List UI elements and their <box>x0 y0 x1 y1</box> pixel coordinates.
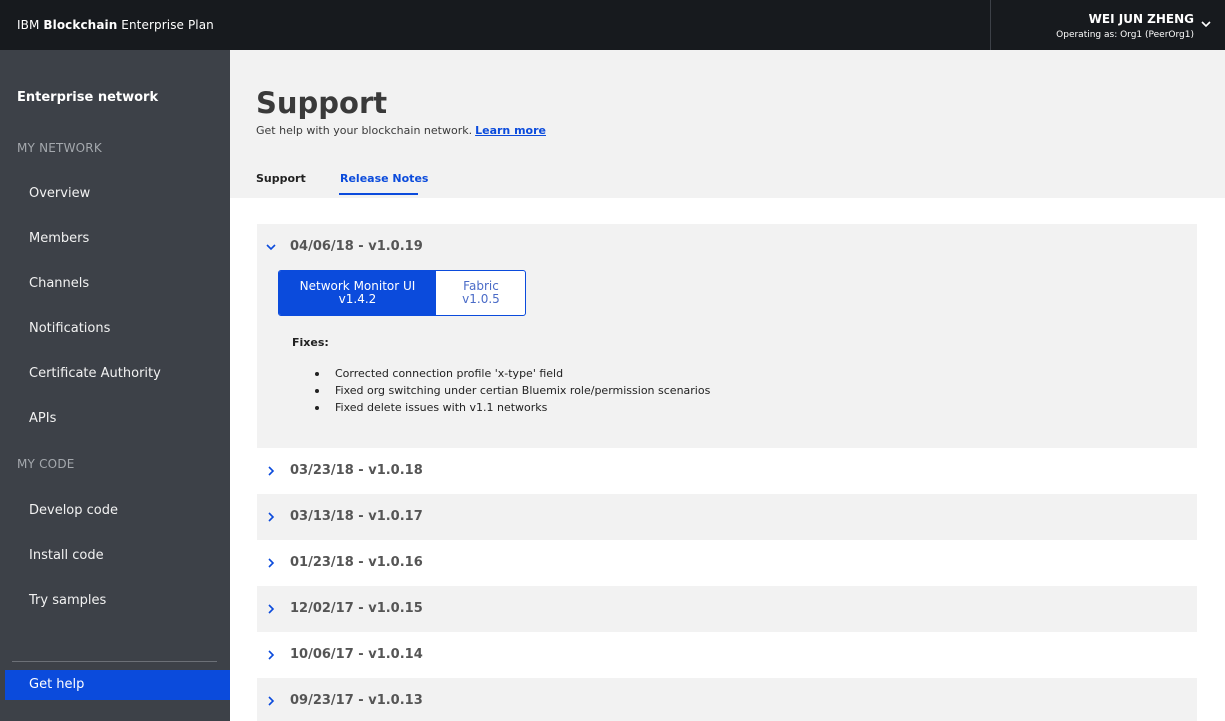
user-role: Operating as: Org1 (PeerOrg1) <box>1056 30 1194 40</box>
main-content: Support Get help with your blockchain ne… <box>230 50 1225 721</box>
sidebar-item-install-code[interactable]: Install code <box>29 548 104 563</box>
top-bar: IBM Blockchain Enterprise Plan WEI JUN Z… <box>0 0 1225 50</box>
release-item[interactable]: 01/23/18 - v1.0.16 <box>257 540 1197 586</box>
toggle-fabric[interactable]: Fabric v1.0.5 <box>436 271 525 315</box>
sidebar-item-apis[interactable]: APIs <box>29 411 56 426</box>
section-my-code: MY CODE <box>17 457 75 471</box>
release-version[interactable]: 04/06/18 - v1.0.19 <box>290 239 423 254</box>
toggle-network-monitor-version: v1.4.2 <box>338 292 377 306</box>
release-item[interactable]: 09/23/17 - v1.0.13 <box>257 678 1197 721</box>
sidebar-divider <box>12 661 217 662</box>
release-version: 12/02/17 - v1.0.15 <box>290 601 423 616</box>
sidebar-item-members[interactable]: Members <box>29 231 89 246</box>
release-item[interactable]: 12/02/17 - v1.0.15 <box>257 586 1197 632</box>
page-title: Support <box>256 86 388 120</box>
get-help-label: Get help <box>29 677 85 692</box>
brand-bold: Blockchain <box>43 18 118 32</box>
sidebar-item-overview[interactable]: Overview <box>29 186 90 201</box>
release-version: 10/06/17 - v1.0.14 <box>290 647 423 662</box>
sidebar-item-certificate-authority[interactable]: Certificate Authority <box>29 366 161 381</box>
brand-prefix: IBM <box>17 18 40 32</box>
chevron-right-icon[interactable] <box>265 465 277 477</box>
list-item: Corrected connection profile 'x-type' fi… <box>315 367 710 384</box>
component-toggle: Network Monitor UI v1.4.2 Fabric v1.0.5 <box>278 270 526 316</box>
release-item[interactable]: 03/23/18 - v1.0.18 <box>257 448 1197 494</box>
subtitle-text: Get help with your blockchain network. <box>256 124 473 137</box>
toggle-fabric-version: v1.0.5 <box>462 292 500 306</box>
chevron-down-icon[interactable] <box>1200 18 1212 30</box>
release-item[interactable]: 10/06/17 - v1.0.14 <box>257 632 1197 678</box>
active-tab-indicator <box>339 193 418 195</box>
chevron-right-icon[interactable] <box>265 557 277 569</box>
chevron-right-icon[interactable] <box>265 603 277 615</box>
release-version: 03/23/18 - v1.0.18 <box>290 463 423 478</box>
section-my-network: MY NETWORK <box>17 141 102 155</box>
release-item[interactable]: 03/13/18 - v1.0.17 <box>257 494 1197 540</box>
tab-support[interactable]: Support <box>256 172 306 185</box>
chevron-right-icon[interactable] <box>265 511 277 523</box>
user-menu[interactable]: WEI JUN ZHENG Operating as: Org1 (PeerOr… <box>990 0 1225 50</box>
sidebar-item-channels[interactable]: Channels <box>29 276 89 291</box>
brand-suffix: Enterprise Plan <box>121 18 214 32</box>
chevron-right-icon[interactable] <box>265 649 277 661</box>
chevron-down-icon[interactable] <box>265 241 277 253</box>
tab-release-notes[interactable]: Release Notes <box>340 172 428 185</box>
release-version: 09/23/17 - v1.0.13 <box>290 693 423 708</box>
chevron-right-icon[interactable] <box>265 695 277 707</box>
user-name: WEI JUN ZHENG <box>1088 12 1194 26</box>
brand[interactable]: IBM Blockchain Enterprise Plan <box>17 18 214 32</box>
release-version: 01/23/18 - v1.0.16 <box>290 555 423 570</box>
learn-more-link[interactable]: Learn more <box>475 124 546 137</box>
sidebar-item-develop-code[interactable]: Develop code <box>29 503 118 518</box>
sidebar: Enterprise network MY NETWORK Overview M… <box>0 50 230 721</box>
fixes-list: Corrected connection profile 'x-type' fi… <box>315 367 710 418</box>
sidebar-item-notifications[interactable]: Notifications <box>29 321 110 336</box>
page-header: Support Get help with your blockchain ne… <box>230 50 1225 198</box>
list-item: Fixed org switching under certian Bluemi… <box>315 384 710 401</box>
sidebar-item-try-samples[interactable]: Try samples <box>29 593 106 608</box>
sidebar-title[interactable]: Enterprise network <box>17 90 158 105</box>
release-version: 03/13/18 - v1.0.17 <box>290 509 423 524</box>
release-item-expanded: 04/06/18 - v1.0.19 Network Monitor UI v1… <box>257 224 1197 448</box>
toggle-network-monitor[interactable]: Network Monitor UI v1.4.2 <box>279 271 436 315</box>
fixes-label: Fixes: <box>292 336 329 349</box>
page-subtitle: Get help with your blockchain network. Le… <box>256 124 546 137</box>
list-item: Fixed delete issues with v1.1 networks <box>315 401 710 418</box>
sidebar-item-get-help[interactable]: Get help <box>5 670 230 700</box>
